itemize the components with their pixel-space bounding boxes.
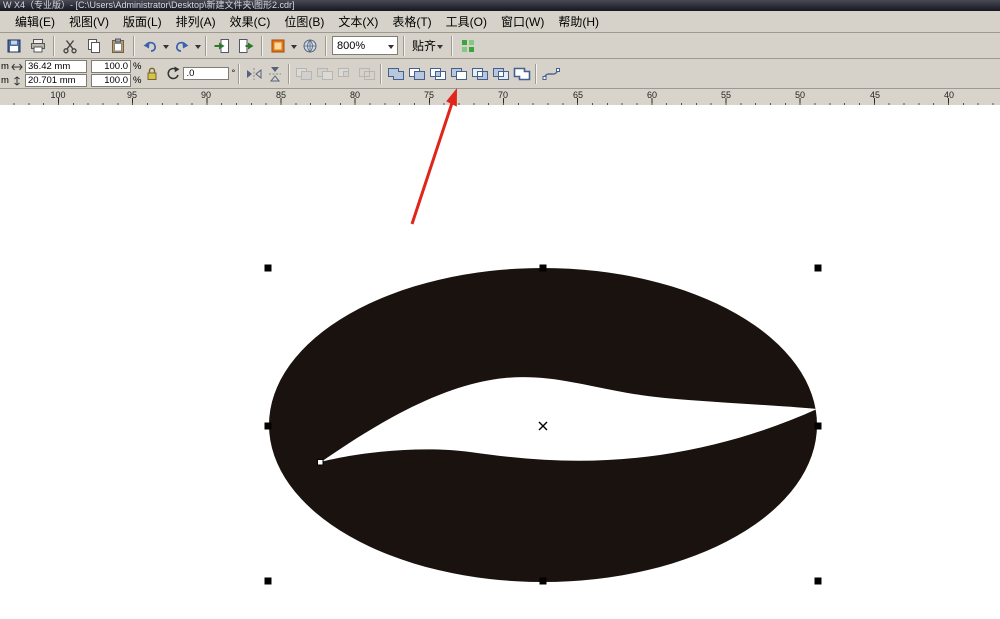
selection-handle-bottom-right[interactable] <box>814 577 822 585</box>
selection-handle-top-left[interactable] <box>264 264 272 272</box>
selection-handle-bottom-center[interactable] <box>539 577 547 585</box>
corel-draw-window: W X4（专业版）- [C:\Users\Administrator\Deskt… <box>0 0 1000 619</box>
selection-handle-middle-left[interactable] <box>264 422 272 430</box>
selection-handle-top-center[interactable] <box>539 264 547 272</box>
curve-node-marker[interactable] <box>317 459 324 466</box>
canvas-overlay <box>264 88 822 585</box>
coffee-bean-shape[interactable] <box>269 268 817 582</box>
selection-handle-middle-right[interactable] <box>814 422 822 430</box>
selection-handle-bottom-left[interactable] <box>264 577 272 585</box>
annotation-arrowhead <box>446 88 457 107</box>
annotation-arrow <box>410 88 457 225</box>
selection-handle-top-right[interactable] <box>814 264 822 272</box>
